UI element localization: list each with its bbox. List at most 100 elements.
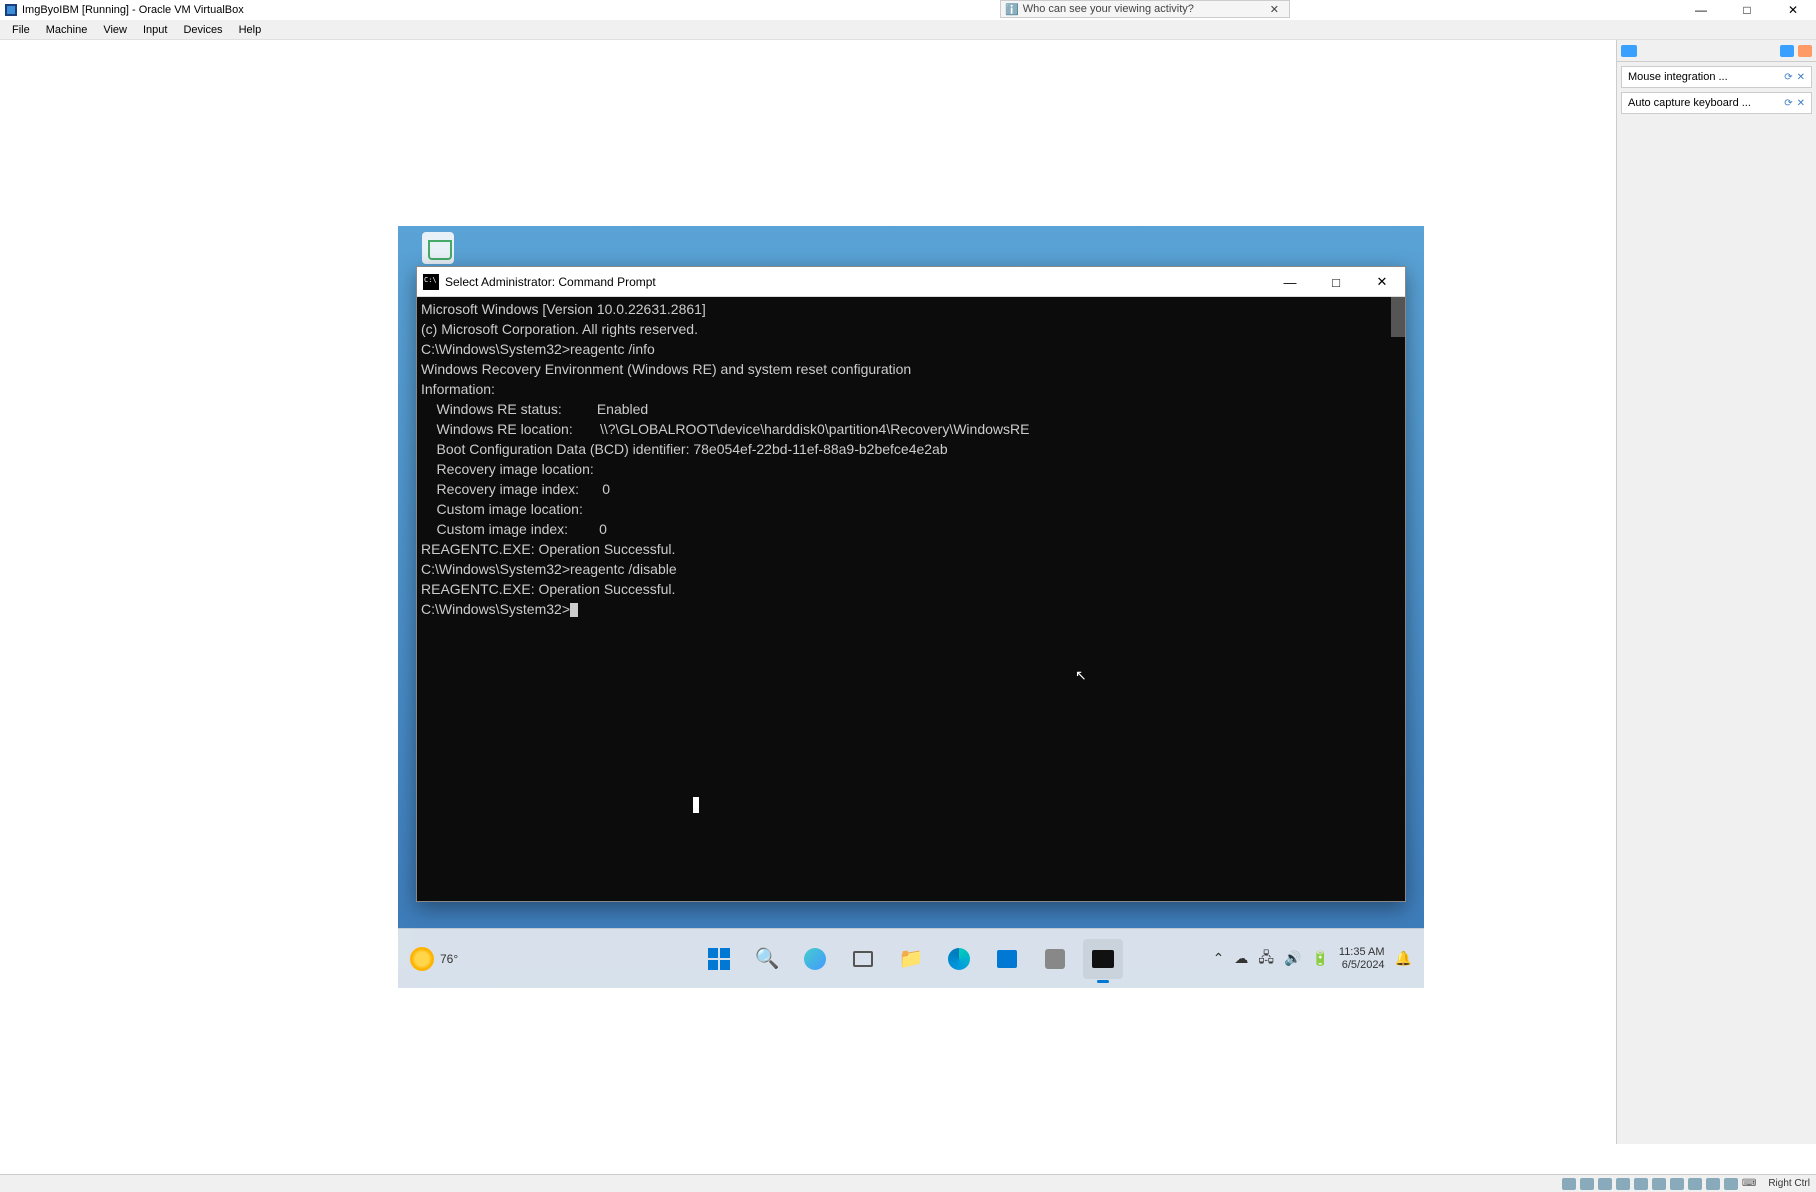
banner-close-button[interactable]: ✕ [1264,3,1285,16]
status-mouse-icon[interactable] [1724,1178,1738,1190]
virtualbox-notifications-panel: Mouse integration ... ⟳✕ Auto capture ke… [1616,40,1816,1144]
taskbar-date: 6/5/2024 [1339,959,1385,972]
notification-mouse-integration[interactable]: Mouse integration ... ⟳ ✕ [1621,66,1812,88]
copilot-icon [804,948,826,970]
command-prompt-title: Select Administrator: Command Prompt [445,275,656,289]
tray-notifications-button[interactable]: 🔔 [1395,950,1412,967]
cmd-close-button[interactable]: ✕ [1359,267,1405,297]
cmd-scrollbar[interactable] [1391,297,1405,337]
taskbar-time: 11:35 AM [1339,946,1385,959]
taskbar-file-explorer-button[interactable]: 📁 [891,939,931,979]
windows-logo-icon [708,948,730,970]
guest-display-area: Select Administrator: Command Prompt — □… [0,40,1616,1144]
status-harddisk-icon[interactable] [1562,1178,1576,1190]
tray-battery-icon[interactable]: 🔋 [1311,950,1328,967]
status-usb-icon[interactable] [1634,1178,1648,1190]
notifications-close-icon[interactable] [1798,45,1812,57]
status-network-icon[interactable] [1616,1178,1630,1190]
notification-auto-capture-keyboard[interactable]: Auto capture keyboard ... ⟳✕ [1621,92,1812,114]
menu-devices[interactable]: Devices [175,22,230,38]
status-display-icon[interactable] [1670,1178,1684,1190]
status-optical-icon[interactable] [1580,1178,1594,1190]
cmd-line: REAGENTC.EXE: Operation Successful. [421,539,1401,559]
mouse-cursor: ↖ [1075,665,1087,685]
status-cpu-icon[interactable] [1706,1178,1720,1190]
status-shared-folders-icon[interactable] [1652,1178,1666,1190]
taskbar-command-prompt-button[interactable] [1083,939,1123,979]
terminal-icon [1092,950,1114,968]
virtualbox-titlebar: ImgByoIBM [Running] - Oracle VM VirtualB… [0,0,1816,20]
menu-input[interactable]: Input [135,22,175,38]
search-icon: 🔍 [755,946,780,971]
cmd-cursor [570,603,578,617]
info-icon: ℹ️ [1005,3,1019,16]
virtualbox-statusbar: ⌨ Right Ctrl [0,1174,1816,1192]
menu-machine[interactable]: Machine [38,22,96,38]
weather-temperature: 76° [440,952,458,966]
tray-overflow-button[interactable]: ⌃ [1213,950,1225,967]
cmd-line: Microsoft Windows [Version 10.0.22631.28… [421,299,1401,319]
banner-text: Who can see your viewing activity? [1023,3,1194,15]
windows-desktop[interactable]: Select Administrator: Command Prompt — □… [398,226,1424,988]
status-hostkey-icon[interactable]: ⌨ [1742,1178,1756,1189]
weather-sun-icon [410,947,434,971]
cmd-line: Recovery image index: 0 [421,479,1401,499]
tray-onedrive-icon[interactable]: ☁ [1234,950,1248,967]
taskbar-edge-button[interactable] [939,939,979,979]
menu-view[interactable]: View [95,22,135,38]
notifications-pin-icon[interactable] [1780,45,1794,57]
cmd-line: Recovery image location: [421,459,1401,479]
virtualbox-menubar: File Machine View Input Devices Help [0,20,1816,40]
cmd-maximize-button[interactable]: □ [1313,267,1359,297]
taskbar-store-button[interactable] [987,939,1027,979]
viewing-activity-banner[interactable]: ℹ️ Who can see your viewing activity? ✕ [1000,0,1290,18]
command-prompt-icon [423,274,439,290]
taskbar-task-view-button[interactable] [843,939,883,979]
taskbar-clock[interactable]: 11:35 AM 6/5/2024 [1339,946,1385,972]
command-prompt-titlebar[interactable]: Select Administrator: Command Prompt — □… [417,267,1405,297]
start-button[interactable] [699,939,739,979]
taskbar-app-button[interactable] [1035,939,1075,979]
notification-expand-icon[interactable]: ⟳ [1784,98,1792,109]
status-hostkey-label: Right Ctrl [1768,1178,1810,1189]
virtualbox-title: ImgByoIBM [Running] - Oracle VM VirtualB… [22,4,244,16]
cmd-line: C:\Windows\System32>reagentc /disable [421,559,1401,579]
notifications-header [1617,40,1816,62]
host-maximize-button[interactable]: □ [1724,0,1770,20]
tray-volume-icon[interactable]: 🔊 [1284,950,1301,967]
notifications-toggle-icon[interactable] [1621,45,1637,57]
menu-file[interactable]: File [4,22,38,38]
task-view-icon [853,951,873,967]
cmd-line: REAGENTC.EXE: Operation Successful. [421,579,1401,599]
menu-help[interactable]: Help [231,22,270,38]
host-minimize-button[interactable]: — [1678,0,1724,20]
taskbar-search-button[interactable]: 🔍 [747,939,787,979]
notification-expand-icon[interactable]: ⟳ [1784,72,1792,83]
cmd-line: C:\Windows\System32>reagentc /info [421,339,1401,359]
folder-icon: 📁 [899,946,924,971]
cmd-minimize-button[interactable]: — [1267,267,1313,297]
cmd-line: (c) Microsoft Corporation. All rights re… [421,319,1401,339]
taskbar-copilot-button[interactable] [795,939,835,979]
cmd-line: Information: [421,379,1401,399]
windows-taskbar[interactable]: 76° 🔍 📁 ⌃ ☁ 🖧 🔊 🔋 11:35 AM [398,928,1424,988]
notification-dismiss-icon[interactable]: ✕ [1797,72,1805,83]
virtualbox-icon [4,3,18,17]
edge-icon [948,948,970,970]
cmd-line: Windows RE status: Enabled [421,399,1401,419]
notification-label: Mouse integration ... [1628,71,1728,83]
notification-dismiss-icon[interactable]: ✕ [1797,98,1805,109]
tray-network-icon[interactable]: 🖧 [1258,947,1274,971]
text-selection-cursor [693,797,699,813]
status-audio-icon[interactable] [1598,1178,1612,1190]
cmd-line: Custom image location: [421,499,1401,519]
status-recording-icon[interactable] [1688,1178,1702,1190]
cmd-line: Custom image index: 0 [421,519,1401,539]
store-icon [997,950,1017,968]
command-prompt-window[interactable]: Select Administrator: Command Prompt — □… [416,266,1406,902]
app-icon [1045,949,1065,969]
cmd-line: C:\Windows\System32> [421,599,1401,619]
command-prompt-output[interactable]: Microsoft Windows [Version 10.0.22631.28… [417,297,1405,901]
host-close-button[interactable]: ✕ [1770,0,1816,20]
taskbar-weather-widget[interactable]: 76° [410,947,458,971]
